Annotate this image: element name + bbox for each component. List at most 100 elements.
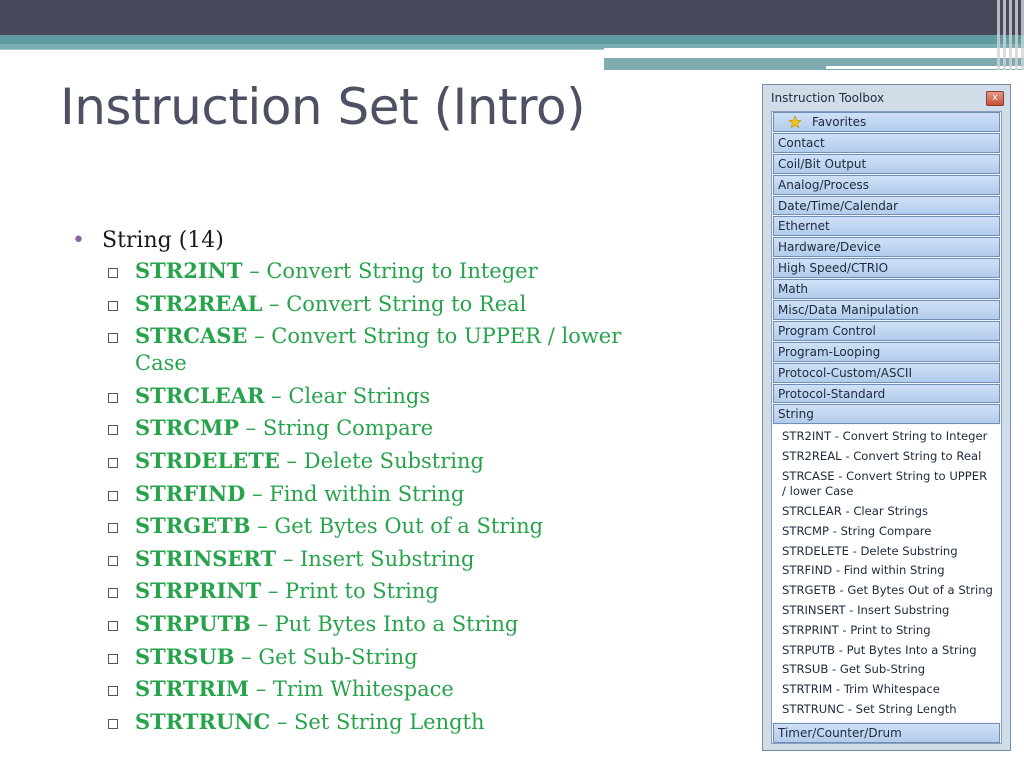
instruction-description: – Trim Whitespace <box>249 677 454 702</box>
instruction-code: STRPRINT <box>135 578 262 604</box>
instruction-description: – Print to String <box>261 579 439 604</box>
instruction-code: STRCMP <box>135 415 239 441</box>
toolbox-panel: Favorites Contact Coil/Bit Output Analog/P… <box>771 111 1002 744</box>
sub-bullet-item: STRTRIM – Trim Whitespace <box>108 675 632 703</box>
square-bullet-icon <box>108 686 118 697</box>
toolbox-instruction-item[interactable]: STRSUB - Get Sub-String <box>772 660 1001 680</box>
category-hardware-device[interactable]: Hardware/Device <box>773 237 1000 258</box>
category-misc-data-manipulation[interactable]: Misc/Data Manipulation <box>773 300 1000 320</box>
square-bullet-icon <box>108 425 118 436</box>
category-high-speed-ctrio[interactable]: High Speed/CTRIO <box>773 258 1000 279</box>
instruction-code: STRPUTB <box>135 610 251 636</box>
square-bullet-icon <box>108 523 118 534</box>
category-contact[interactable]: Contact <box>773 132 1000 153</box>
category-coil-bit-output[interactable]: Coil/Bit Output <box>773 153 1000 174</box>
stripe <box>1003 0 1006 70</box>
toolbox-instruction-item[interactable]: STRFIND - Find within String <box>772 561 1001 581</box>
category-analog-process[interactable]: Analog/Process <box>773 174 1000 195</box>
instruction-code: STRCLEAR <box>135 382 265 408</box>
square-bullet-icon <box>108 268 118 278</box>
instruction-description: – String Compare <box>239 416 434 441</box>
slide-title: Instruction Set (Intro) <box>60 78 586 136</box>
toolbox-instruction-item[interactable]: STRCLEAR - Clear Strings <box>772 502 1001 522</box>
instruction-description: – Get Bytes Out of a String <box>250 514 544 539</box>
sub-bullet-item: STR2REAL – Convert String to Real <box>108 290 632 318</box>
toolbox-title: Instruction Toolbox <box>771 91 885 105</box>
instruction-description: – Insert Substring <box>276 546 475 571</box>
string-instruction-list: STR2INT - Convert String to Integer STR2R… <box>772 425 1001 722</box>
square-bullet-icon <box>108 555 118 566</box>
instruction-description: – Get Sub-String <box>234 644 418 669</box>
toolbox-instruction-item[interactable]: STRGETB - Get Bytes Out of a String <box>772 581 1001 601</box>
sub-bullet-list: STR2INT – Convert String to Integer STR2R… <box>72 257 632 736</box>
square-bullet-icon <box>108 392 118 403</box>
square-bullet-icon <box>108 718 118 729</box>
category-date-time-calendar[interactable]: Date/Time/Calendar <box>773 195 1000 216</box>
toolbox-instruction-item[interactable]: STR2INT - Convert String to Integer <box>772 427 1001 447</box>
square-bullet-icon <box>108 457 118 468</box>
instruction-description: – Find within String <box>245 481 465 506</box>
instruction-code: STRDELETE <box>135 447 280 473</box>
category-favorites[interactable]: Favorites <box>773 112 1000 132</box>
instruction-code: STR2INT <box>135 258 243 283</box>
toolbox-instruction-item[interactable]: STRCASE - Convert String to UPPER / lowe… <box>772 467 1001 502</box>
instruction-description: – Convert String to Integer <box>242 259 538 283</box>
header-dark-bar <box>0 0 1024 35</box>
toolbox-instruction-item[interactable]: STRPRINT - Print to String <box>772 621 1001 641</box>
square-bullet-icon <box>108 300 118 311</box>
sub-bullet-item: STRGETB – Get Bytes Out of a String <box>108 512 632 540</box>
bullet-text: String (14) <box>102 228 224 253</box>
instruction-description: – Convert String to Real <box>262 291 527 316</box>
header-corner-stripes <box>990 0 1024 70</box>
close-button[interactable]: x <box>986 91 1004 106</box>
instruction-code: STRSUB <box>135 643 235 669</box>
instruction-code: STRGETB <box>135 513 251 539</box>
instruction-description: – Put Bytes Into a String <box>250 611 519 636</box>
instruction-description: – Delete Substring <box>279 448 484 473</box>
instruction-code: STRTRIM <box>135 676 250 702</box>
toolbox-instruction-item[interactable]: STRINSERT - Insert Substring <box>772 601 1001 621</box>
instruction-code: STRTRUNC <box>135 708 271 734</box>
sub-bullet-item: STRCMP – String Compare <box>108 414 632 442</box>
category-math[interactable]: Math <box>773 279 1000 300</box>
instruction-code: STRFIND <box>135 480 246 506</box>
toolbox-titlebar[interactable]: Instruction Toolbox <box>763 85 1010 111</box>
sub-bullet-item: STRCASE – Convert String to UPPER / lowe… <box>108 322 632 377</box>
toolbox-instruction-item[interactable]: STRTRIM - Trim Whitespace <box>772 680 1001 700</box>
toolbox-instruction-item[interactable]: STRPUTB - Put Bytes Into a String <box>772 641 1001 661</box>
category-timer-counter-drum[interactable]: Timer/Counter/Drum <box>773 722 1000 743</box>
square-bullet-icon <box>108 490 118 501</box>
sub-bullet-item: STRFIND – Find within String <box>108 480 632 508</box>
category-program-looping[interactable]: Program-Looping <box>773 341 1000 362</box>
square-bullet-icon <box>108 653 118 664</box>
square-bullet-icon <box>108 333 118 344</box>
sub-bullet-item: STRSUB – Get Sub-String <box>108 643 632 671</box>
star-icon <box>788 115 802 129</box>
toolbox-instruction-item[interactable]: STRTRUNC - Set String Length <box>772 700 1001 720</box>
category-protocol-standard[interactable]: Protocol-Standard <box>773 383 1000 404</box>
category-ethernet[interactable]: Ethernet <box>773 216 1000 237</box>
sub-bullet-item: STRINSERT – Insert Substring <box>108 545 632 573</box>
toolbox-instruction-item[interactable]: STRCMP - String Compare <box>772 522 1001 542</box>
sub-bullet-item: STRDELETE – Delete Substring <box>108 447 632 475</box>
slide-content: • String (14) STR2INT – Convert String t… <box>72 228 632 740</box>
stripe <box>997 0 1000 70</box>
category-program-control[interactable]: Program Control <box>773 320 1000 341</box>
square-bullet-icon <box>108 620 118 631</box>
sub-bullet-item: STRPRINT – Print to String <box>108 577 632 605</box>
stripe <box>1015 0 1018 70</box>
square-bullet-icon <box>108 588 118 599</box>
instruction-description: – Set String Length <box>270 709 485 734</box>
category-protocol-custom-ascii[interactable]: Protocol-Custom/ASCII <box>773 362 1000 383</box>
instruction-description: – Clear Strings <box>264 383 431 408</box>
toolbox-instruction-item[interactable]: STRDELETE - Delete Substring <box>772 542 1001 562</box>
instruction-code: STR2REAL <box>135 290 263 316</box>
instruction-toolbox-window: Instruction Toolbox x Favorites Contact C… <box>762 84 1011 751</box>
sub-bullet-item: STRPUTB – Put Bytes Into a String <box>108 610 632 638</box>
toolbox-instruction-item[interactable]: STR2REAL - Convert String to Real <box>772 447 1001 467</box>
stripe <box>1009 0 1012 70</box>
bullet-dot-icon: • <box>72 228 85 253</box>
category-string[interactable]: String <box>773 404 1000 425</box>
instruction-code: STRINSERT <box>135 545 277 571</box>
sub-bullet-item: STRTRUNC – Set String Length <box>108 708 632 736</box>
